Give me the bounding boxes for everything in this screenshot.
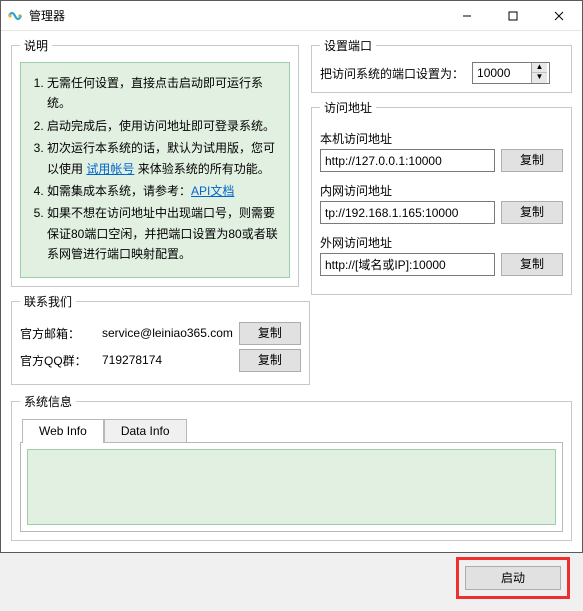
email-label: 官方邮箱： — [20, 325, 96, 342]
app-window: 管理器 说明 无需任何设置，直接点击启动即可运行系统。 启动完成后，使用访问地址… — [0, 0, 583, 553]
port-group: 设置端口 把访问系统的端口设置为： ▲ ▼ — [311, 37, 572, 93]
sysinfo-legend: 系统信息 — [20, 393, 76, 410]
address-legend: 访问地址 — [320, 99, 376, 116]
qq-label: 官方QQ群： — [20, 352, 96, 369]
qq-value: 719278174 — [102, 353, 233, 367]
start-button[interactable]: 启动 — [465, 566, 561, 590]
tab-web-info[interactable]: Web Info — [22, 419, 104, 443]
lan-address-label: 内网访问地址 — [320, 182, 563, 199]
api-doc-link[interactable]: API文档 — [191, 184, 234, 198]
wan-address-input[interactable] — [320, 253, 495, 276]
contact-legend: 联系我们 — [20, 293, 76, 310]
web-info-panel — [27, 449, 556, 525]
copy-wan-button[interactable]: 复制 — [501, 253, 563, 276]
trial-account-link[interactable]: 试用帐号 — [86, 162, 134, 176]
instruction-item: 无需任何设置，直接点击启动即可运行系统。 — [47, 73, 279, 114]
instructions-group: 说明 无需任何设置，直接点击启动即可运行系统。 启动完成后，使用访问地址即可登录… — [11, 37, 299, 287]
instruction-item: 如需集成本系统，请参考：API文档 — [47, 181, 279, 201]
copy-local-button[interactable]: 复制 — [501, 149, 563, 172]
minimize-button[interactable] — [444, 1, 490, 31]
port-legend: 设置端口 — [320, 37, 376, 54]
lan-address-input[interactable] — [320, 201, 495, 224]
instructions-legend: 说明 — [20, 37, 52, 54]
instruction-item: 启动完成后，使用访问地址即可登录系统。 — [47, 116, 279, 136]
instruction-item: 初次运行本系统的话，默认为试用版，您可以使用 试用帐号 来体验系统的所有功能。 — [47, 138, 279, 179]
instruction-item: 如果不想在访问地址中出现端口号，则需要保证80端口空闲，并把端口设置为80或者联… — [47, 203, 279, 264]
email-value: service@leiniao365.com — [102, 326, 233, 340]
sysinfo-tabs: Web Info Data Info — [22, 419, 563, 443]
titlebar: 管理器 — [1, 1, 582, 31]
port-label: 把访问系统的端口设置为： — [320, 65, 464, 82]
start-highlight: 启动 — [456, 557, 570, 599]
instructions-box: 无需任何设置，直接点击启动即可运行系统。 启动完成后，使用访问地址即可登录系统。… — [20, 62, 290, 278]
port-input[interactable] — [473, 63, 531, 83]
app-icon — [7, 8, 23, 24]
contact-group: 联系我们 官方邮箱： service@leiniao365.com 复制 官方Q… — [11, 293, 310, 385]
sysinfo-tab-body — [20, 442, 563, 532]
copy-email-button[interactable]: 复制 — [239, 322, 301, 345]
footer: 启动 — [1, 547, 582, 611]
window-title: 管理器 — [29, 7, 65, 24]
local-address-label: 本机访问地址 — [320, 130, 563, 147]
tab-data-info[interactable]: Data Info — [104, 419, 187, 443]
copy-qq-button[interactable]: 复制 — [239, 349, 301, 372]
sysinfo-group: 系统信息 Web Info Data Info — [11, 393, 572, 541]
port-spinner[interactable]: ▲ ▼ — [472, 62, 550, 84]
wan-address-label: 外网访问地址 — [320, 234, 563, 251]
close-button[interactable] — [536, 1, 582, 31]
local-address-input[interactable] — [320, 149, 495, 172]
close-icon — [554, 11, 564, 21]
address-group: 访问地址 本机访问地址 复制 内网访问地址 复制 外网访问地址 复制 — [311, 99, 572, 295]
minimize-icon — [462, 11, 472, 21]
maximize-button[interactable] — [490, 1, 536, 31]
maximize-icon — [508, 11, 518, 21]
port-spin-down[interactable]: ▼ — [532, 73, 547, 83]
copy-lan-button[interactable]: 复制 — [501, 201, 563, 224]
